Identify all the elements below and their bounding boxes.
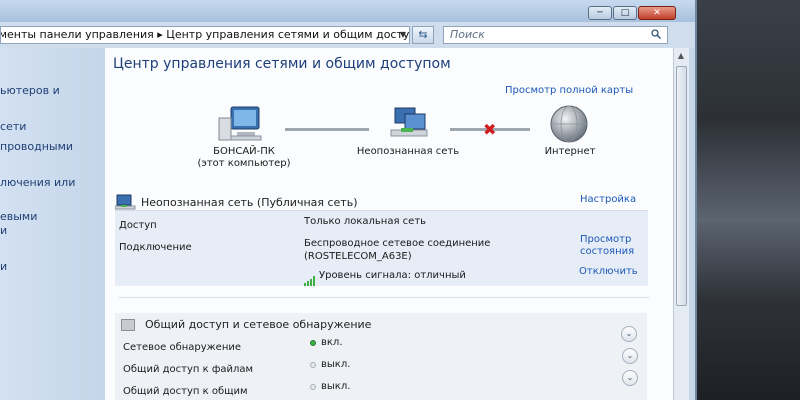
sidebar-link[interactable]: ьютеров и: [0, 84, 60, 97]
disconnect-link[interactable]: Отключить: [579, 266, 638, 277]
computer-name: БОНСАЙ-ПК: [213, 146, 275, 157]
chevron-down-icon[interactable]: ⌄: [622, 348, 638, 364]
computer-subtitle: (этот компьютер): [197, 158, 291, 169]
chevron-down-icon[interactable]: ⌄: [621, 326, 637, 342]
close-icon: ✕: [653, 8, 661, 18]
sharing-row-value: выкл.: [321, 359, 351, 370]
sharing-row-label: Общий доступ к общим: [123, 386, 248, 397]
divider: [119, 297, 649, 298]
disconnect-x-icon[interactable]: ✖: [483, 120, 496, 139]
connection-line: [285, 128, 369, 131]
access-value: Только локальная сеть: [304, 216, 427, 227]
sharing-row-value: выкл.: [321, 381, 351, 392]
search-icon: [651, 29, 661, 39]
page-title: Центр управления сетями и общим доступом: [113, 56, 451, 72]
sidebar-link[interactable]: лючения или: [0, 176, 75, 189]
refresh-icon: ⇆: [418, 28, 428, 41]
view-status-link-2[interactable]: состояния: [580, 246, 634, 257]
address-bar: Все элементы панели управления ▸ Центр у…: [0, 22, 695, 48]
network-name: Неопознанная сеть: [356, 146, 460, 157]
sidebar-link[interactable]: и: [0, 260, 7, 273]
sidebar-link[interactable]: сети: [0, 120, 26, 133]
breadcrumb-path: Все элементы панели управления ▸ Центр у…: [1, 28, 410, 41]
status-off-icon: [310, 384, 316, 390]
vertical-scrollbar[interactable]: ▲: [673, 48, 689, 400]
network-map: ✖ БОНСАЙ-ПК (этот компьютер) Неопознанна…: [105, 100, 673, 170]
refresh-button[interactable]: ⇆: [412, 26, 434, 44]
settings-link[interactable]: Настройка: [580, 194, 636, 205]
sidebar-link[interactable]: проводными: [0, 140, 73, 153]
network-center-window: ─ □ ✕ Все элементы панели управления ▸ Ц…: [0, 0, 697, 400]
wireless-network-icon: [115, 194, 136, 210]
maximize-icon: □: [620, 8, 630, 18]
signal-strength-icon: [304, 276, 315, 286]
search-input[interactable]: Поиск: [443, 26, 668, 44]
active-network-title: Неопознанная сеть (Публичная сеть): [141, 196, 358, 209]
sidebar: ьютеров и сети проводными лючения или ев…: [0, 48, 105, 400]
sharing-row-label: Общий доступ к файлам: [123, 364, 254, 375]
status-off-icon: [310, 362, 316, 368]
sharing-icon: [121, 319, 135, 331]
sharing-row-label: Сетевое обнаружение: [123, 342, 242, 353]
sharing-title: Общий доступ и сетевое обнаружение: [145, 318, 372, 331]
chevron-down-icon[interactable]: ⌄: [622, 370, 638, 386]
view-full-map-link[interactable]: Просмотр полной карты: [505, 85, 633, 96]
minimize-icon: ─: [597, 8, 603, 18]
computer-icon: [218, 106, 262, 141]
view-status-link[interactable]: Просмотр: [580, 234, 631, 245]
maximize-button[interactable]: □: [613, 6, 637, 20]
signal-text: Уровень сигнала: отличный: [319, 270, 466, 281]
status-on-icon: [310, 340, 316, 346]
search-placeholder: Поиск: [450, 28, 485, 41]
connection-value[interactable]: Беспроводное сетевое соединение: [304, 238, 490, 249]
title-bar: ─ □ ✕: [0, 0, 695, 22]
sidebar-link[interactable]: и: [0, 224, 7, 237]
sharing-section: Общий доступ и сетевое обнаружение ⌄ Сет…: [115, 313, 647, 400]
connection-ssid[interactable]: (ROSTELECOM_A63E): [304, 251, 412, 262]
sharing-row-value: вкл.: [321, 337, 343, 348]
chevron-down-icon[interactable]: ▼: [396, 27, 410, 43]
sidebar-link[interactable]: евыми: [0, 210, 37, 223]
breadcrumb[interactable]: Все элементы панели управления ▸ Центр у…: [0, 26, 410, 44]
main-content: Центр управления сетями и общим доступом…: [105, 48, 673, 400]
globe-icon: [550, 105, 588, 143]
network-icon: [390, 107, 428, 137]
close-button[interactable]: ✕: [638, 6, 676, 20]
minimize-button[interactable]: ─: [588, 6, 612, 20]
desktop-background: [690, 0, 800, 400]
access-label: Доступ: [119, 220, 157, 231]
scroll-thumb[interactable]: [676, 66, 687, 306]
connection-label: Подключение: [119, 242, 192, 253]
internet-label: Интернет: [544, 146, 596, 157]
active-network-details: Доступ Только локальная сеть Подключение…: [115, 210, 648, 286]
scroll-up-icon[interactable]: ▲: [675, 50, 687, 62]
